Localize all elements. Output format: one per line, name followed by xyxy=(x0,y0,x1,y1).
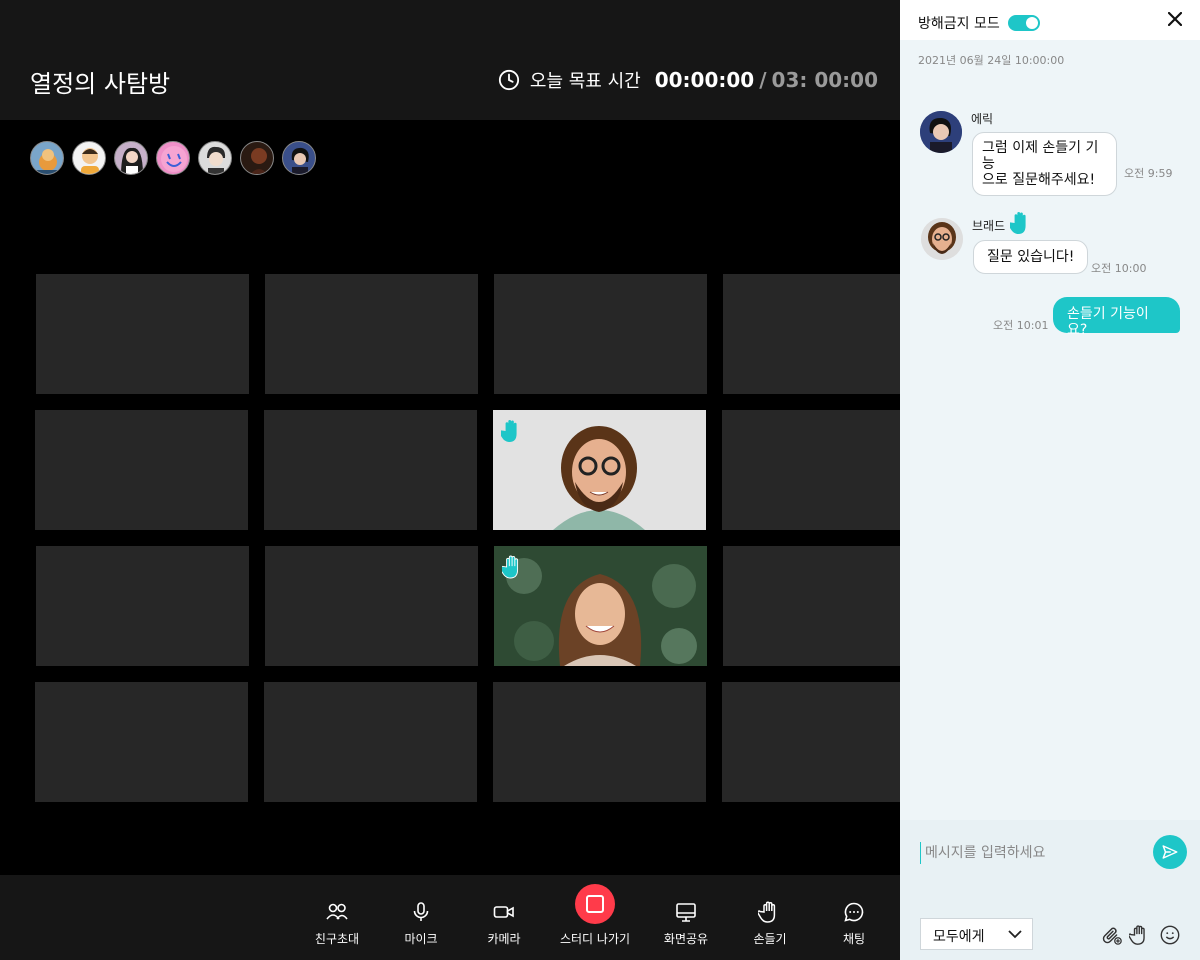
video-tile[interactable] xyxy=(264,682,477,802)
chat-date: 2021년 06월 24일 10:00:00 xyxy=(918,54,1065,67)
chevron-down-icon xyxy=(1008,930,1022,939)
leave-study-button[interactable]: 스터디 나가기 xyxy=(550,875,640,960)
message-sender: 브래드 xyxy=(972,219,1006,233)
microphone-icon xyxy=(413,902,429,921)
video-tile[interactable] xyxy=(723,546,900,666)
close-icon[interactable] xyxy=(1168,12,1182,26)
hand-icon xyxy=(758,901,776,923)
emoji-icon[interactable] xyxy=(1159,924,1181,946)
message-time: 오전 10:00 xyxy=(1091,262,1147,275)
video-tile[interactable] xyxy=(264,410,477,530)
chat-composer: 모두에게 xyxy=(900,820,1200,960)
send-button[interactable] xyxy=(1153,835,1187,869)
screen-share-icon xyxy=(676,903,696,922)
video-tile[interactable] xyxy=(35,682,248,802)
raised-hand-icon xyxy=(1010,212,1026,234)
message-sender: 에릭 xyxy=(971,112,994,126)
participant-avatar[interactable] xyxy=(156,141,190,175)
stop-icon xyxy=(575,884,615,924)
raised-hand-icon xyxy=(502,555,519,579)
leave-label: 스터디 나가기 xyxy=(559,932,631,946)
share-label: 화면공유 xyxy=(663,932,709,946)
video-tile[interactable] xyxy=(265,546,478,666)
room-header: 열정의 사탐방 오늘 목표 시간 00:00:00 / 03: 00:00 xyxy=(0,0,900,120)
video-tile[interactable] xyxy=(722,682,900,802)
attach-icon[interactable] xyxy=(1101,924,1123,946)
my-message-bubble: 손들기 기능이요? xyxy=(1053,297,1180,338)
participant-avatars xyxy=(30,141,324,175)
video-stage: 열정의 사탐방 오늘 목표 시간 00:00:00 / 03: 00:00 친구… xyxy=(0,0,900,960)
message-bubble: 질문 있습니다! xyxy=(973,240,1089,274)
mic-label: 마이크 xyxy=(404,932,438,946)
video-tile[interactable] xyxy=(494,274,707,394)
message-input[interactable] xyxy=(920,842,1145,864)
message-bubble: 그럼 이제 손들기 기능 으로 질문해주세요! xyxy=(972,132,1117,196)
participant-avatar[interactable] xyxy=(198,141,232,175)
avatar xyxy=(920,111,962,153)
invite-label: 친구초대 xyxy=(314,932,360,946)
participant-avatar[interactable] xyxy=(114,141,148,175)
participant-video xyxy=(494,546,707,666)
recipient-select[interactable]: 모두에게 xyxy=(920,918,1033,950)
timer-current: 00:00:00 xyxy=(654,68,755,92)
message-time: 오전 10:01 xyxy=(993,319,1049,332)
mic-button[interactable]: 마이크 xyxy=(376,875,466,960)
timer-label: 오늘 목표 시간 xyxy=(529,71,641,92)
participant-avatar[interactable] xyxy=(240,141,274,175)
study-timer: 오늘 목표 시간 00:00:00 / 03: 00:00 xyxy=(498,67,878,93)
raise-hand-label: 손들기 xyxy=(753,932,787,946)
timer-goal: 03: 00:00 xyxy=(771,68,878,92)
message-time: 오전 9:59 xyxy=(1124,167,1173,180)
video-tile-woman[interactable] xyxy=(494,546,707,666)
participant-avatar[interactable] xyxy=(30,141,64,175)
participant-avatar[interactable] xyxy=(72,141,106,175)
participant-avatar[interactable] xyxy=(282,141,316,175)
camera-button[interactable]: 카메라 xyxy=(459,875,549,960)
dnd-label: 방해금지 모드 xyxy=(918,16,1000,32)
video-tile[interactable] xyxy=(493,682,706,802)
clock-icon xyxy=(498,69,519,91)
invite-friends-icon xyxy=(326,903,348,920)
chat-bubble-icon xyxy=(844,902,864,922)
meeting-toolbar: 친구초대 마이크 카메라 스터디 나가기 화면공유 손들기 채팅 xyxy=(0,875,900,960)
video-camera-icon xyxy=(493,906,514,918)
chat-header: 방해금지 모드 xyxy=(900,0,1200,40)
dnd-toggle[interactable] xyxy=(1008,15,1040,31)
avatar xyxy=(921,218,963,260)
send-icon xyxy=(1162,845,1178,859)
camera-label: 카메라 xyxy=(487,932,521,946)
video-tile-brad[interactable] xyxy=(493,410,706,530)
raise-hand-icon[interactable] xyxy=(1129,924,1151,946)
video-tile[interactable] xyxy=(722,410,900,530)
video-tile[interactable] xyxy=(723,274,900,394)
chat-panel: 방해금지 모드 2021년 06월 24일 10:00:00 에릭 그럼 이제 … xyxy=(900,0,1200,960)
raised-hand-icon xyxy=(501,420,517,442)
video-tile[interactable] xyxy=(35,410,248,530)
invite-button[interactable]: 친구초대 xyxy=(292,875,382,960)
video-tile[interactable] xyxy=(36,546,249,666)
raise-hand-button[interactable]: 손들기 xyxy=(725,875,815,960)
screen-share-button[interactable]: 화면공유 xyxy=(641,875,731,960)
participant-video xyxy=(493,410,706,530)
video-tile[interactable] xyxy=(265,274,478,394)
chat-label: 채팅 xyxy=(842,932,866,946)
video-tile[interactable] xyxy=(36,274,249,394)
room-title: 열정의 사탐방 xyxy=(30,70,171,98)
chat-button[interactable]: 채팅 xyxy=(809,875,899,960)
recipient-value: 모두에게 xyxy=(933,929,985,945)
timer-separator: / xyxy=(759,68,767,92)
